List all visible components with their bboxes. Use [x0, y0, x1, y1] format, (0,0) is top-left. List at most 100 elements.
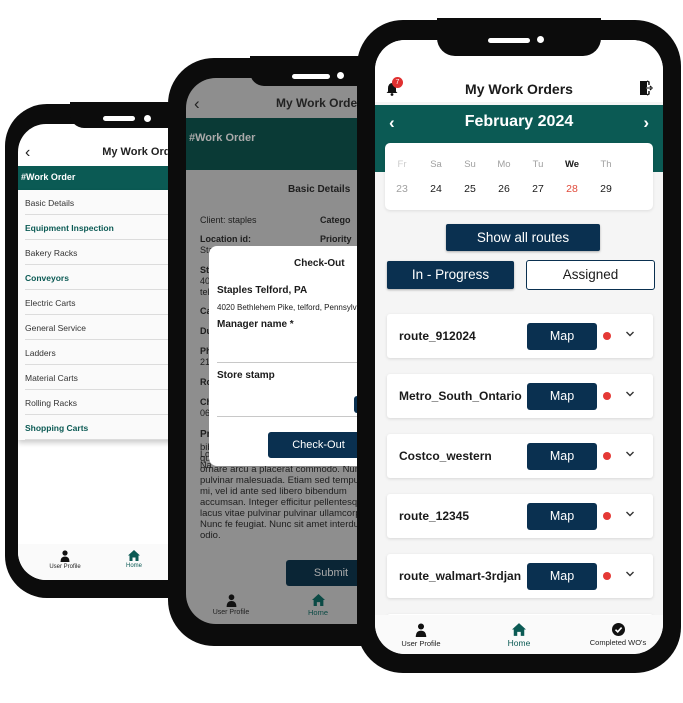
week-calendar: Fr 23 Sa 24 Su 25 Mo 26 Tu 27 We 28 Th 29: [385, 143, 653, 210]
route-card[interactable]: route_912024 Map: [387, 314, 653, 358]
store-stamp-label: Store stamp: [217, 370, 275, 381]
route-card[interactable]: Metro_South_Ontario Map: [387, 374, 653, 418]
status-dot: [603, 452, 611, 460]
speaker: [488, 38, 530, 43]
map-button[interactable]: Map: [527, 323, 597, 350]
route-name: route_walmart-3rdjan: [399, 569, 522, 583]
home-icon: [512, 623, 526, 636]
status-dot: [603, 392, 611, 400]
back-icon[interactable]: ‹: [194, 94, 200, 114]
check-out-dialog: Check-Out Staples Telford, PA 4020 Bethl…: [209, 246, 368, 466]
phone-work-order-list: ‹ My Work Orders #Work Order Basic Detai…: [5, 102, 200, 598]
route-name: route_912024: [399, 329, 476, 343]
route-name: Costco_western: [399, 449, 492, 463]
nav-user-profile[interactable]: User Profile: [206, 594, 256, 616]
route-card[interactable]: route_walmart-3rdjan Map: [387, 554, 653, 598]
bottom-nav: User Profile Home: [186, 594, 368, 624]
phone-routes-calendar: 7 My Work Orders ‹ February 2024 › Fr 23 S…: [357, 18, 681, 673]
check-out-button[interactable]: Check-Out: [268, 432, 368, 458]
bottom-nav: User Profile Home Completed WO's: [375, 615, 663, 654]
dialog-title: Check-Out: [294, 258, 345, 269]
user-icon: [415, 623, 427, 637]
calendar-day[interactable]: 25: [455, 183, 485, 195]
divider: [217, 416, 368, 417]
nav-label: Home: [507, 638, 531, 648]
nav-home[interactable]: Home: [298, 594, 338, 617]
section-band: #Work Order: [186, 118, 368, 170]
tab-in-progress[interactable]: In - Progress: [387, 261, 514, 289]
basic-details-heading: Basic Details: [288, 184, 351, 195]
weekday-label: We: [564, 159, 580, 170]
phone-check-out: ‹ My Work Orders #Work Order Basic Detai…: [168, 56, 380, 646]
page-title: My Work Orders: [276, 96, 368, 110]
calendar-day[interactable]: 24: [421, 183, 451, 195]
next-month-button[interactable]: ›: [643, 113, 649, 133]
map-button[interactable]: Map: [527, 563, 597, 590]
chevron-down-icon[interactable]: [625, 329, 635, 339]
divider: [217, 362, 368, 363]
store-address: 4020 Bethlehem Pike, telford, Pennsylvan…: [217, 303, 368, 312]
camera: [537, 36, 544, 43]
weekday-label: Tu: [532, 159, 544, 170]
nav-home[interactable]: Home: [497, 623, 541, 648]
notch: [437, 18, 601, 56]
route-card[interactable]: route_12345 Map: [387, 494, 653, 538]
location-label: Location id:: [200, 234, 251, 244]
speaker: [292, 74, 330, 79]
weekday-label: Th: [600, 159, 612, 170]
weekday-label: Mo: [497, 159, 511, 170]
calendar-day[interactable]: 26: [489, 183, 519, 195]
page-title: My Work Orders: [465, 81, 573, 97]
nav-user-profile[interactable]: User Profile: [389, 623, 453, 648]
chevron-down-icon[interactable]: [625, 389, 635, 399]
manager-name-label: Manager name *: [217, 319, 294, 330]
logout-icon[interactable]: [639, 80, 653, 96]
st-label: St: [200, 265, 209, 275]
nav-label: User Profile: [212, 609, 250, 616]
nav-label: User Profile: [49, 564, 81, 570]
camera: [144, 115, 151, 122]
status-dot: [603, 572, 611, 580]
nav-home[interactable]: Home: [114, 550, 154, 569]
app-showcase: ‹ My Work Orders #Work Order Basic Detai…: [0, 0, 683, 703]
calendar-day[interactable]: 27: [523, 183, 553, 195]
tab-assigned[interactable]: Assigned: [526, 260, 655, 290]
route-name: route_12345: [399, 509, 470, 523]
priority-field: Priority: [320, 234, 352, 244]
chevron-down-icon[interactable]: [625, 449, 635, 459]
nav-label: Home: [125, 563, 142, 569]
chevron-down-icon[interactable]: [625, 569, 635, 579]
route-name: Metro_South_Ontario: [399, 389, 522, 403]
map-button[interactable]: Map: [527, 383, 597, 410]
speaker: [103, 116, 135, 121]
section-title: #Work Order: [21, 172, 76, 182]
calendar-day[interactable]: 29: [591, 183, 621, 195]
user-icon: [60, 550, 70, 562]
store-name: Staples Telford, PA: [217, 285, 308, 296]
home-icon: [128, 550, 140, 561]
manager-name-input[interactable]: [217, 334, 368, 360]
client-field: Client: staples: [200, 215, 257, 225]
category-field: Catego: [320, 215, 351, 225]
nav-user-profile[interactable]: User Profile: [40, 550, 90, 570]
weekday-label: Fr: [397, 159, 407, 170]
chevron-down-icon[interactable]: [625, 509, 635, 519]
submit-button[interactable]: Submit: [286, 560, 368, 586]
map-button[interactable]: Map: [527, 503, 597, 530]
status-dot: [603, 512, 611, 520]
section-title: #Work Order: [189, 132, 256, 144]
nav-label: Home: [307, 608, 328, 617]
show-all-routes-button[interactable]: Show all routes: [446, 224, 600, 251]
route-card[interactable]: Costco_western Map: [387, 434, 653, 478]
screen: 7 My Work Orders ‹ February 2024 › Fr 23 S…: [375, 40, 663, 654]
nav-label: Completed WO's: [589, 638, 647, 647]
nav-completed-work-orders[interactable]: Completed WO's: [583, 623, 653, 647]
nav-label: User Profile: [401, 639, 441, 648]
check-circle-icon: [611, 623, 625, 636]
calendar-day[interactable]: 28: [557, 183, 587, 195]
home-icon: [311, 594, 325, 606]
month-label: February 2024: [464, 113, 574, 130]
back-icon[interactable]: ‹: [25, 144, 30, 162]
map-button[interactable]: Map: [527, 443, 597, 470]
calendar-day: 23: [396, 183, 408, 195]
